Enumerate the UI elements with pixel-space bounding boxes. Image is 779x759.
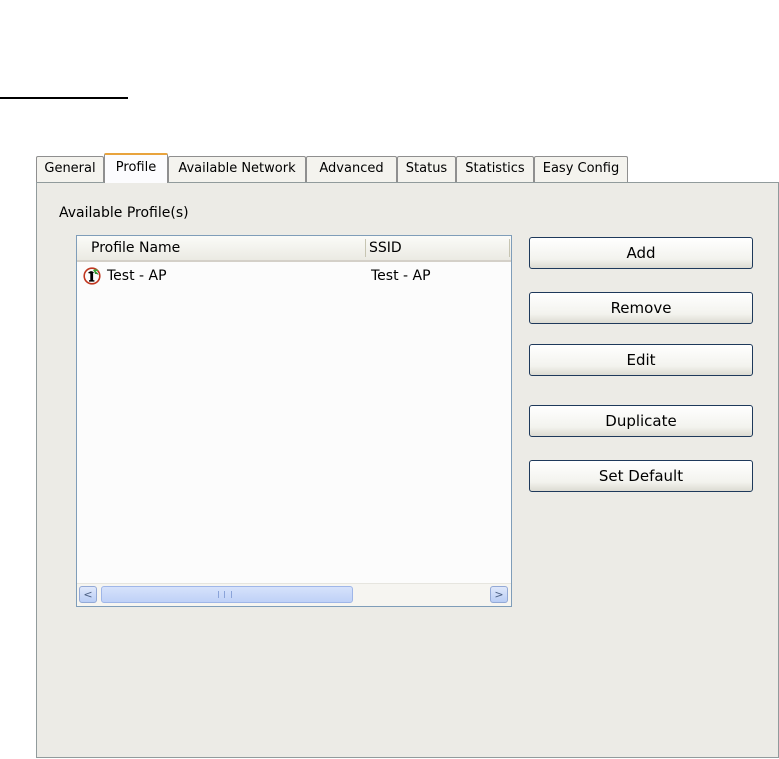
- column-separator[interactable]: [365, 239, 366, 257]
- scroll-left-button[interactable]: <: [79, 586, 97, 603]
- list-item[interactable]: Test - AP Test - AP: [81, 265, 501, 287]
- tab-general[interactable]: General: [36, 156, 104, 182]
- tab-available-network[interactable]: Available Network: [168, 156, 306, 182]
- profile-list[interactable]: Profile Name SSID Test - AP Test - AP < …: [76, 235, 512, 607]
- tab-profile[interactable]: Profile: [104, 153, 168, 183]
- profile-panel: Available Profile(s) Profile Name SSID T…: [36, 182, 779, 758]
- scroll-grip-icon: [218, 591, 232, 598]
- list-header: Profile Name SSID: [77, 236, 511, 262]
- edit-button[interactable]: Edit: [529, 344, 753, 376]
- column-header-profile-name[interactable]: Profile Name: [91, 236, 180, 260]
- document-underline: [0, 97, 128, 99]
- active-profile-icon: [83, 267, 101, 285]
- scroll-thumb[interactable]: [101, 586, 353, 603]
- duplicate-button[interactable]: Duplicate: [529, 405, 753, 437]
- tab-statistics[interactable]: Statistics: [456, 156, 534, 182]
- scroll-right-button[interactable]: >: [490, 586, 508, 603]
- add-button[interactable]: Add: [529, 237, 753, 269]
- horizontal-scrollbar[interactable]: < >: [77, 583, 511, 606]
- ssid-cell: Test - AP: [371, 268, 431, 284]
- tab-advanced[interactable]: Advanced: [306, 156, 397, 182]
- remove-button[interactable]: Remove: [529, 292, 753, 324]
- column-header-ssid[interactable]: SSID: [369, 236, 402, 260]
- column-separator[interactable]: [509, 239, 510, 257]
- tab-easy-config[interactable]: Easy Config: [534, 156, 628, 182]
- available-profiles-label: Available Profile(s): [59, 205, 189, 221]
- tab-status[interactable]: Status: [397, 156, 456, 182]
- set-default-button[interactable]: Set Default: [529, 460, 753, 492]
- profile-name-cell: Test - AP: [107, 268, 167, 284]
